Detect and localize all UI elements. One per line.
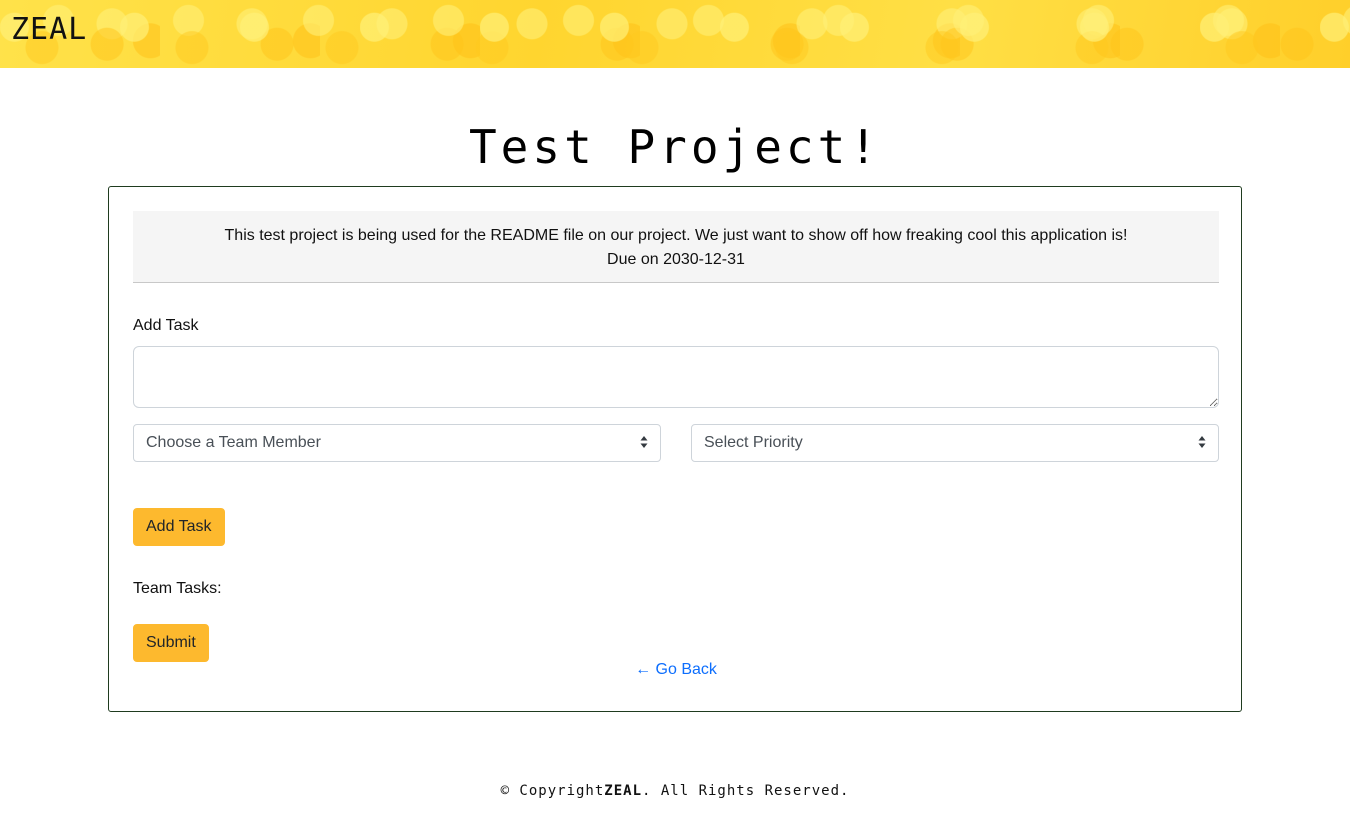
project-due-date: Due on 2030-12-31 — [607, 251, 745, 268]
add-task-label: Add Task — [133, 317, 199, 334]
footer-brand: ZEAL — [604, 783, 642, 799]
page-title: Test Project! — [468, 120, 882, 174]
select-arrows-icon — [640, 436, 648, 448]
select-arrows-icon — [1198, 436, 1206, 448]
team-member-select[interactable]: Choose a Team Member — [133, 424, 661, 462]
team-member-select-value: Choose a Team Member — [146, 434, 321, 451]
project-description: This test project is being used for the … — [224, 227, 1128, 244]
priority-select-value: Select Priority — [704, 434, 803, 451]
task-description-input[interactable] — [133, 346, 1219, 408]
brand-logo-link[interactable]: ZEAL — [11, 12, 87, 47]
project-card: This test project is being used for the … — [108, 186, 1242, 712]
footer-copyright: © CopyrightZEAL. All Rights Reserved. — [0, 783, 1350, 799]
footer-suffix: . All Rights Reserved. — [642, 783, 850, 799]
team-tasks-label: Team Tasks: — [133, 580, 222, 597]
project-description-box: This test project is being used for the … — [133, 211, 1219, 283]
go-back-link[interactable]: ← Go Back — [109, 661, 1243, 679]
priority-select[interactable]: Select Priority — [691, 424, 1219, 462]
submit-button[interactable]: Submit — [133, 624, 209, 662]
add-task-button[interactable]: Add Task — [133, 508, 225, 546]
top-navbar: ZEAL — [0, 0, 1350, 68]
footer-prefix: © Copyright — [500, 783, 605, 799]
